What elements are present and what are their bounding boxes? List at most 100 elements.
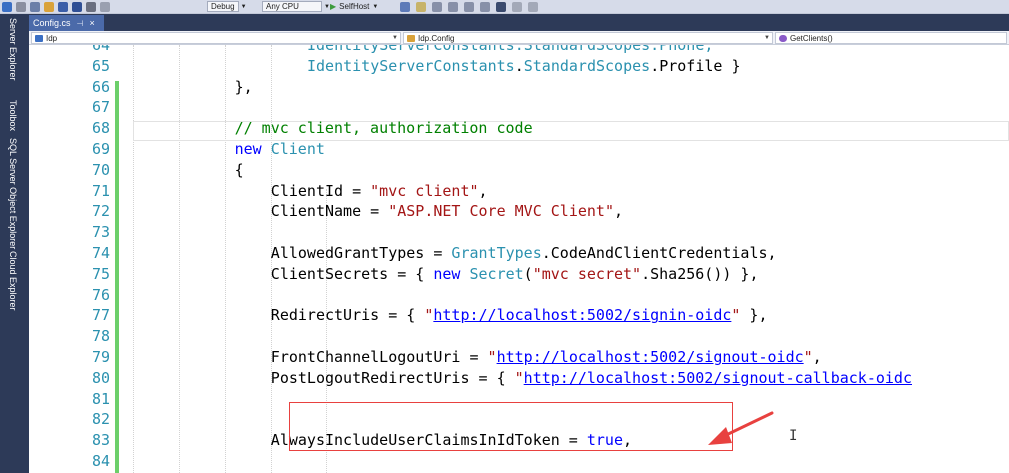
close-icon[interactable]: × [90,18,95,28]
code-line[interactable]: 79 FrontChannelLogoutUri = "http://localh… [29,347,1009,367]
code-line[interactable]: 67 [29,97,1009,117]
play-icon: ▶ [330,2,337,11]
code-token: ClientId = [270,181,371,200]
navigate-forward-icon[interactable] [16,1,26,12]
code-token: " [424,306,434,325]
code-token: }, [740,306,768,325]
code-line[interactable]: 75 ClientSecrets = { new Secret("mvc secr… [29,264,1009,284]
outdent-icon[interactable] [480,1,490,12]
code-token: { [234,160,244,179]
project-dropdown[interactable]: Idp ▼ [31,32,401,44]
open-folder-icon[interactable] [44,1,54,12]
platform-dropdown-label: Any CPU [262,1,322,12]
left-tool-strip: Server Explorer Toolbox SQL Server Objec… [0,14,29,473]
annotation-highlight-box [289,402,733,451]
line-number: 70 [91,160,110,179]
code-line[interactable]: 78 [29,326,1009,346]
method-icon [779,34,787,42]
code-token: , [613,202,624,221]
toolbox-tab[interactable]: Toolbox [8,100,18,131]
chevron-down-icon: ▼ [372,3,379,10]
code-text: { [235,160,244,180]
code-token: IdentityServerConstants [307,56,515,75]
type-dropdown-label: Idp.Config [418,33,455,43]
line-number: 69 [91,140,110,158]
undo-icon[interactable] [86,1,96,12]
code-line[interactable]: 64 IdentityServerConstants.StandardScopes… [29,45,1009,55]
pin-icon[interactable]: ⊣ [77,19,84,28]
code-token: "mvc secret" [532,264,642,283]
code-token: " [514,368,524,387]
next-bookmark-icon[interactable] [512,1,522,12]
code-link[interactable]: http://localhost:5002/signin-oidc [433,306,731,324]
line-number: 78 [91,327,110,346]
type-dropdown[interactable]: Idp.Config ▼ [403,32,773,44]
code-line[interactable]: 84 [29,451,1009,471]
indent-icon[interactable] [464,1,474,12]
navigation-bar: Idp ▼ Idp.Config ▼ GetClients() [29,31,1009,45]
line-number: 74 [91,244,110,262]
code-line[interactable]: 65 IdentityServerConstants.StandardScopes… [29,56,1009,76]
code-line[interactable]: 80 PostLogoutRedirectUris = { "http://loc… [29,368,1009,388]
code-token: GrantTypes [451,244,542,262]
code-line[interactable]: 76 [29,285,1009,305]
run-button-label: SelfHost [339,2,370,11]
code-line[interactable]: 66}, [29,77,1009,97]
sql-server-object-explorer-tab[interactable]: SQL Server Object Explorer [8,138,18,249]
refresh-icon[interactable] [400,1,410,12]
project-dropdown-label: Idp [46,33,58,43]
code-line[interactable]: 68 // mvc client, authorization code [29,118,1009,138]
line-number: 71 [91,181,110,200]
uncomment-icon[interactable] [448,1,458,12]
toolbar: Debug ▼ Any CPU ▼ ▶ SelfHost ▼ [0,0,1009,14]
code-line[interactable]: 73 [29,222,1009,242]
code-line[interactable]: 69 new Client [29,139,1009,159]
document-tab-row: Config.cs ⊣ × [29,14,1009,31]
code-link[interactable]: http://localhost:5002/signout-callback-o… [524,369,912,387]
code-text: ClientId = "mvc client", [271,181,488,201]
server-explorer-tab[interactable]: Server Explorer [8,18,18,81]
line-number: 84 [91,452,110,470]
code-token: " [803,348,813,366]
save-all-icon[interactable] [72,1,82,12]
line-number: 66 [91,77,110,96]
toolbar-icons-left [2,1,110,12]
code-token: .Sha256()) }, [641,264,759,283]
run-button[interactable]: ▶ SelfHost ▼ [330,1,378,12]
config-dropdown[interactable]: Debug ▼ [207,1,247,12]
code-text: AllowedGrantTypes = GrantTypes.CodeAndCl… [271,243,777,263]
code-token: RedirectUris = { [270,306,425,325]
browse-icon[interactable] [416,1,426,12]
member-dropdown[interactable]: GetClients() [775,32,1007,44]
line-number: 76 [91,285,110,304]
line-number: 68 [91,119,110,138]
code-token: Secret [469,264,524,283]
line-number: 77 [91,306,110,325]
code-line[interactable]: 72 ClientName = "ASP.NET Core MVC Client"… [29,201,1009,221]
save-icon[interactable] [58,1,68,12]
platform-dropdown[interactable]: Any CPU ▼ [262,1,330,12]
annotation-arrow-icon [708,411,774,445]
line-number: 80 [91,368,110,387]
navigate-back-icon[interactable] [2,1,12,12]
new-project-icon[interactable] [30,1,40,12]
bookmark-icon[interactable] [496,1,506,12]
comment-icon[interactable] [432,1,442,12]
redo-icon[interactable] [100,1,110,12]
line-number: 65 [91,56,110,75]
prev-bookmark-icon[interactable] [528,1,538,12]
code-line[interactable]: 77 RedirectUris = { "http://localhost:500… [29,305,1009,325]
code-text: RedirectUris = { "http://localhost:5002/… [271,305,768,325]
code-line[interactable]: 70 { [29,160,1009,180]
code-line[interactable]: 71 ClientId = "mvc client", [29,181,1009,201]
code-line[interactable]: 74 AllowedGrantTypes = GrantTypes.CodeAnd… [29,243,1009,263]
code-token: ClientName = [270,202,389,221]
tab-config-cs[interactable]: Config.cs ⊣ × [29,15,104,31]
cloud-explorer-tab[interactable]: Cloud Explorer [8,251,18,311]
code-text: IdentityServerConstants.StandardScopes.P… [307,45,713,55]
line-number: 67 [91,98,110,117]
code-token: .CodeAndClientCredentials, [541,244,777,262]
code-link[interactable]: http://localhost:5002/signout-oidc [497,348,804,366]
code-token: IdentityServerConstants.StandardScopes.P… [307,45,714,54]
chevron-down-icon: ▼ [764,35,770,41]
